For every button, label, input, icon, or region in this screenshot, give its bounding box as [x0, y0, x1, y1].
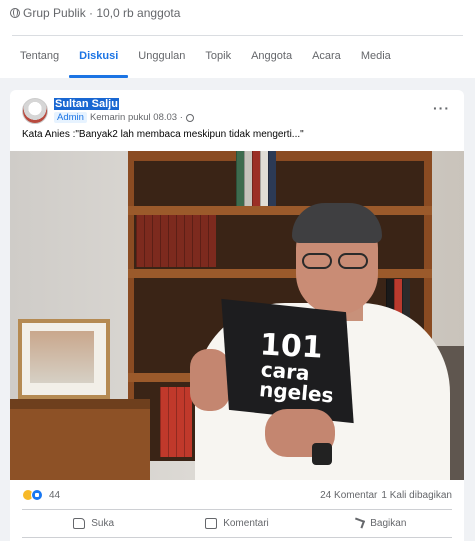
- tab-media[interactable]: Media: [351, 36, 401, 76]
- like-button[interactable]: Suka: [22, 512, 165, 534]
- group-meta-text: Grup Publik · 10,0 rb anggota: [23, 6, 181, 20]
- share-label: Bagikan: [370, 517, 407, 529]
- group-tabs: Tentang Diskusi Unggulan Topik Anggota A…: [10, 36, 401, 78]
- group-header: Grup Publik · 10,0 rb anggota Tentang Di…: [0, 0, 475, 78]
- actions-divider-bottom: [22, 537, 452, 538]
- person-hand: [190, 349, 230, 411]
- post-actions: Suka Komentari Bagikan: [22, 512, 452, 534]
- more-options-button[interactable]: ···: [433, 100, 450, 116]
- glasses-lens: [338, 253, 368, 269]
- tab-topik[interactable]: Topik: [195, 36, 241, 76]
- shelf-book: [168, 215, 176, 267]
- shelf-book: [160, 215, 168, 267]
- post-meta: Admin Kemarin pukul 08.03 ·: [54, 112, 194, 123]
- admin-badge[interactable]: Admin: [54, 112, 87, 123]
- post-card: Sultan Salju Admin Kemarin pukul 08.03 ·…: [10, 90, 464, 541]
- shelf-book: [184, 215, 192, 267]
- book-title-text: cara ngeles: [258, 357, 335, 408]
- shelf-book: [176, 215, 184, 267]
- comment-count[interactable]: 24 Komentar: [320, 490, 377, 501]
- like-label: Suka: [91, 517, 115, 529]
- table-body: [10, 409, 150, 480]
- reaction-count[interactable]: 44: [49, 490, 60, 501]
- shelf-plank: [128, 269, 432, 278]
- shelf-book: [200, 215, 208, 267]
- like-icon: [73, 517, 86, 529]
- share-icon: [353, 517, 366, 529]
- tab-anggota[interactable]: Anggota: [241, 36, 302, 76]
- post-photo[interactable]: 101 cara ngeles: [10, 151, 464, 480]
- shelf-book: [144, 215, 152, 267]
- person-hair: [292, 203, 382, 243]
- shelf-book: [176, 387, 184, 457]
- shelf-book: [244, 151, 252, 206]
- post-stats: 44 24 Komentar 1 Kali dibagikan: [22, 488, 452, 502]
- post-engagement: 24 Komentar 1 Kali dibagikan: [320, 490, 452, 501]
- shelf-book: [208, 215, 216, 267]
- glasses: [302, 253, 374, 269]
- shelf-book: [260, 151, 268, 206]
- table-top: [10, 399, 150, 409]
- globe-icon: [10, 8, 20, 18]
- like-reaction-icon[interactable]: [31, 489, 43, 501]
- shelf-book: [268, 151, 276, 206]
- shelf-book: [160, 387, 168, 457]
- comment-icon: [205, 517, 218, 529]
- privacy-globe-icon: [185, 113, 194, 122]
- shelf-book: [136, 215, 144, 267]
- post-author[interactable]: Sultan Salju: [54, 98, 119, 110]
- wristwatch: [312, 443, 332, 465]
- post-time[interactable]: Kemarin pukul 08.03 ·: [90, 112, 183, 123]
- avatar[interactable]: [22, 98, 48, 124]
- tab-acara[interactable]: Acara: [302, 36, 351, 76]
- family-photo-frame: [18, 319, 110, 399]
- share-count[interactable]: 1 Kali dibagikan: [381, 490, 452, 501]
- tab-tentang[interactable]: Tentang: [10, 36, 69, 76]
- shelf-book: [236, 151, 244, 206]
- shelf-book: [192, 215, 200, 267]
- comment-button[interactable]: Komentari: [165, 512, 308, 534]
- shelf-book: [152, 215, 160, 267]
- shelf-plank: [128, 206, 432, 215]
- share-button[interactable]: Bagikan: [309, 512, 452, 534]
- glasses-lens: [302, 253, 332, 269]
- group-meta: Grup Publik · 10,0 rb anggota: [10, 6, 180, 20]
- family-photo: [30, 331, 94, 383]
- actions-divider: [22, 509, 452, 510]
- comment-label: Komentari: [223, 517, 269, 529]
- tab-unggulan[interactable]: Unggulan: [128, 36, 195, 76]
- shelf-book: [168, 387, 176, 457]
- tab-diskusi[interactable]: Diskusi: [69, 36, 129, 78]
- post-caption: Kata Anies :"Banyak2 lah membaca meskipu…: [22, 129, 304, 140]
- shelf-book: [252, 151, 260, 206]
